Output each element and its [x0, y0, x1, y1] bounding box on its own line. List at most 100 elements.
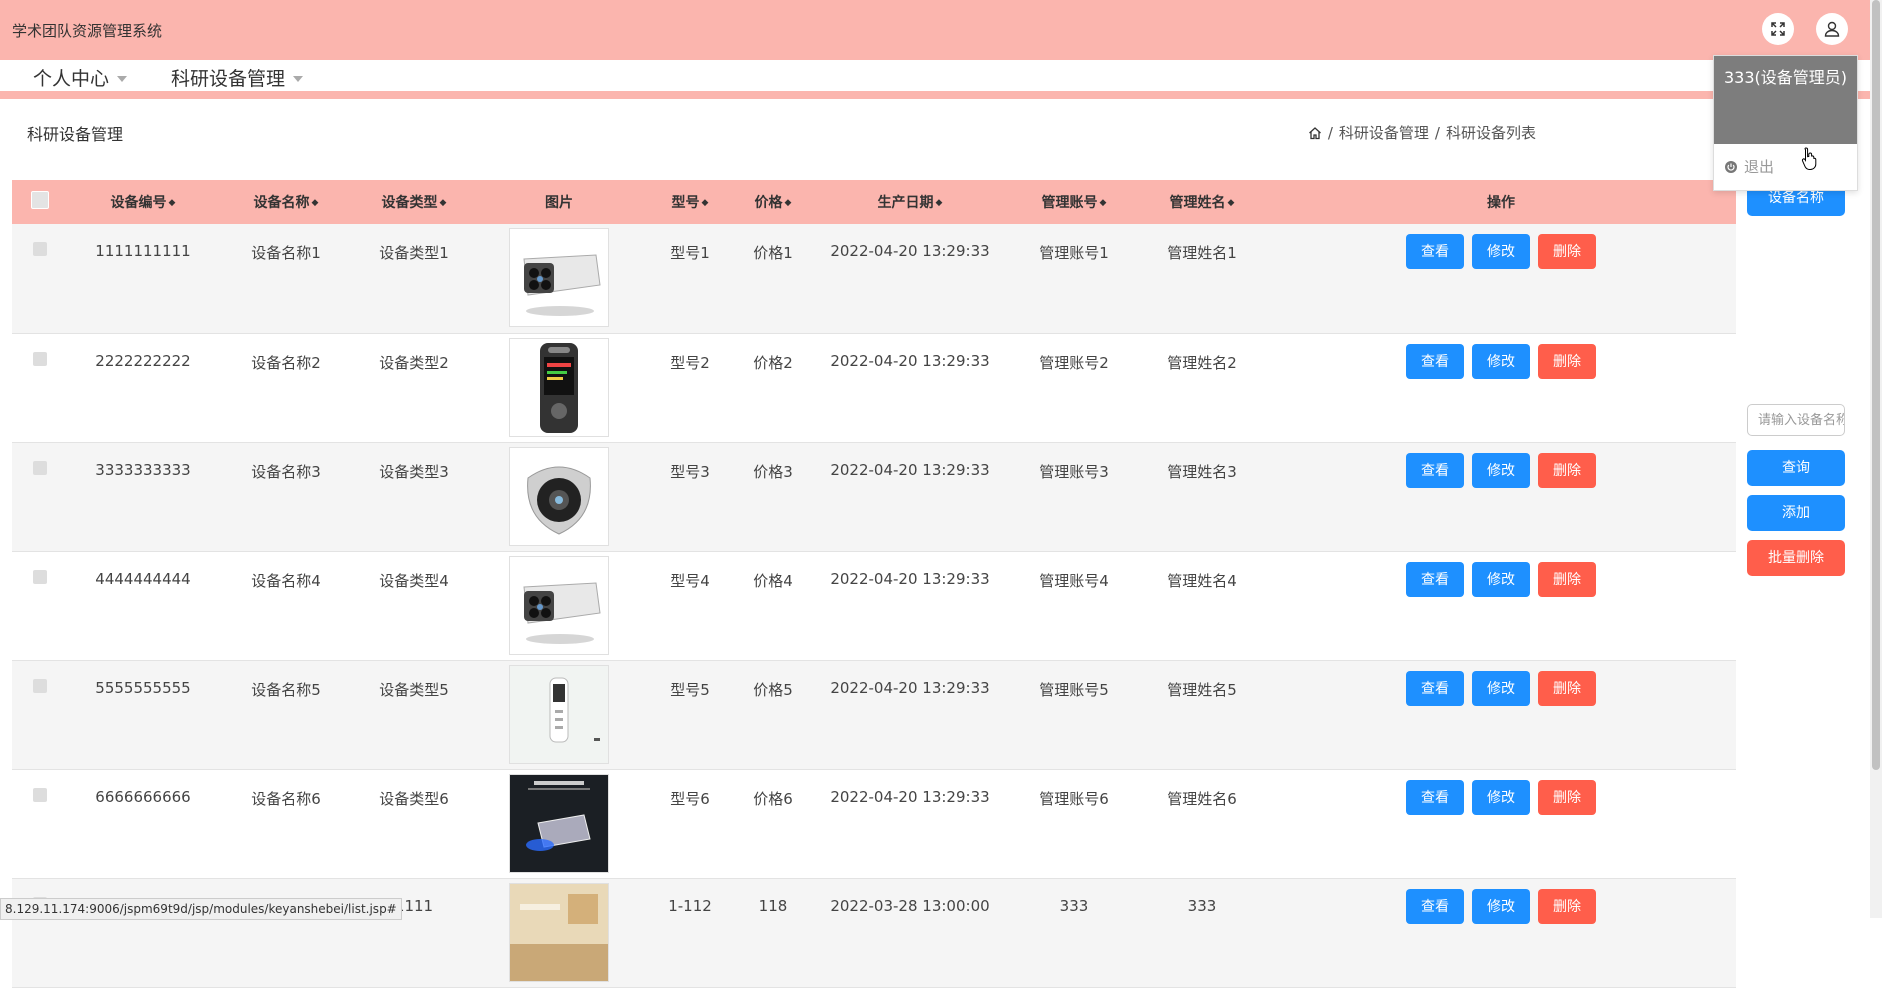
camera-bullet-image[interactable]: [509, 555, 609, 655]
cell-price: 118: [758, 896, 788, 915]
cell-date: 2022-04-20 13:29:33: [830, 678, 990, 697]
batch-delete-button[interactable]: 批量删除: [1747, 540, 1845, 576]
add-button[interactable]: 添加: [1747, 495, 1845, 531]
user-dropdown: 333(设备管理员) 退出: [1713, 55, 1858, 191]
cell-image[interactable]: [474, 333, 644, 442]
column-header-price[interactable]: 价格 ◆: [736, 180, 810, 224]
row-checkbox[interactable]: [12, 660, 68, 769]
edit-button[interactable]: 修改: [1472, 888, 1530, 924]
view-button[interactable]: 查看: [1406, 343, 1464, 379]
cell-image[interactable]: [474, 660, 644, 769]
view-button[interactable]: 查看: [1406, 670, 1464, 706]
cell-price: 价格3: [753, 462, 793, 481]
column-header-name[interactable]: 设备名称 ◆: [218, 180, 354, 224]
home-icon[interactable]: [1308, 126, 1322, 140]
cell-image[interactable]: [474, 878, 644, 987]
row-checkbox[interactable]: [12, 878, 68, 987]
table-row: 1111 1-112 118 2022-03-28 13:00:00 333 333 查看修…: [12, 878, 1736, 987]
delete-button[interactable]: 删除: [1538, 779, 1596, 815]
room-photo-image[interactable]: [509, 882, 609, 982]
row-checkbox[interactable]: [12, 442, 68, 551]
cell-model: 型号5: [670, 680, 710, 699]
column-header-code[interactable]: 设备编号 ◆: [68, 180, 218, 224]
cell-name: 设备名称1: [251, 244, 321, 262]
equipment-table: 设备编号 ◆ 设备名称 ◆ 设备类型 ◆ 图片 型号 ◆ 价格 ◆ 生产日期 ◆ 管理账号 ◆…: [12, 180, 1736, 988]
dome-camera-image[interactable]: [509, 446, 609, 546]
delete-button[interactable]: 删除: [1538, 343, 1596, 379]
cell-actions: 查看 修改 删除: [1266, 878, 1736, 987]
edit-button[interactable]: 修改: [1472, 670, 1530, 706]
cell-date: 2022-04-20 13:29:33: [830, 787, 990, 806]
column-header-image: 图片: [545, 195, 573, 211]
cell-image[interactable]: [474, 551, 644, 660]
vertical-scrollbar[interactable]: [1870, 0, 1882, 918]
user-menu-button[interactable]: [1816, 13, 1848, 45]
cell-date: 2022-04-20 13:29:33: [830, 351, 990, 370]
sort-icon: ◆: [1099, 198, 1107, 208]
edit-button[interactable]: 修改: [1472, 343, 1530, 379]
power-icon: [1725, 160, 1737, 173]
column-header-type[interactable]: 设备类型 ◆: [354, 180, 474, 224]
view-button[interactable]: 查看: [1406, 561, 1464, 597]
cell-actions: 查看 修改 删除: [1266, 333, 1736, 442]
view-button[interactable]: 查看: [1406, 779, 1464, 815]
camera-bullet-image[interactable]: [509, 228, 609, 327]
row-checkbox[interactable]: [12, 551, 68, 660]
cell-image[interactable]: [474, 442, 644, 551]
edit-button[interactable]: 修改: [1472, 779, 1530, 815]
page-title: 科研设备管理: [27, 125, 124, 144]
sort-icon: ◆: [935, 198, 943, 208]
chevron-down-icon: [117, 75, 128, 82]
edit-button[interactable]: 修改: [1472, 452, 1530, 488]
logout-item[interactable]: 退出: [1724, 156, 1774, 177]
scrollbar-thumb[interactable]: [1872, 0, 1880, 770]
search-input[interactable]: 请输入设备名称: [1747, 404, 1845, 436]
column-header-date[interactable]: 生产日期 ◆: [810, 180, 1010, 224]
cell-actions: 查看 修改 删除: [1266, 224, 1736, 333]
view-button[interactable]: 查看: [1406, 234, 1464, 269]
cell-date: 2022-03-28 13:00:00: [830, 896, 990, 915]
row-checkbox[interactable]: [12, 769, 68, 878]
query-button[interactable]: 查询: [1747, 450, 1845, 486]
nav-item-equipment-management[interactable]: 科研设备管理: [171, 64, 304, 91]
delete-button[interactable]: 删除: [1538, 670, 1596, 706]
table-row: 3333333333 设备名称3 设备类型3 型号3 价格3 2022-04-20 13:…: [12, 442, 1736, 551]
row-checkbox[interactable]: [12, 224, 68, 333]
column-header-account[interactable]: 管理账号 ◆: [1010, 180, 1138, 224]
view-button[interactable]: 查看: [1406, 888, 1464, 924]
column-header-model[interactable]: 型号 ◆: [644, 180, 736, 224]
breadcrumb-sep: /: [1327, 123, 1333, 142]
logout-label: 退出: [1744, 158, 1775, 176]
table-row: 2222222222 设备名称2 设备类型2 型号2 价格2 2022-04-20 13:…: [12, 333, 1736, 442]
cell-date: 2022-04-20 13:29:33: [830, 242, 990, 260]
dark-recorder-image[interactable]: [509, 773, 609, 873]
edit-button[interactable]: 修改: [1472, 234, 1530, 269]
cell-type: 设备类型2: [379, 353, 449, 372]
voice-recorder-image[interactable]: [509, 337, 609, 437]
delete-button[interactable]: 删除: [1538, 452, 1596, 488]
edit-button[interactable]: 修改: [1472, 561, 1530, 597]
select-all-checkbox[interactable]: [12, 180, 68, 224]
view-button[interactable]: 查看: [1406, 452, 1464, 488]
cell-model: 1-112: [668, 896, 712, 915]
cell-model: 型号1: [670, 244, 710, 262]
delete-button[interactable]: 删除: [1538, 561, 1596, 597]
cell-name: 设备名称4: [251, 571, 321, 590]
cell-model: 型号6: [670, 789, 710, 808]
fullscreen-button[interactable]: [1762, 13, 1794, 45]
cell-image[interactable]: [474, 224, 644, 333]
table-row: 6666666666 设备名称6 设备类型6 型号6 价格6 2022-04-20 13:…: [12, 769, 1736, 878]
nav-item-personal-center[interactable]: 个人中心: [33, 64, 128, 91]
cell-code: 4444444444: [95, 569, 191, 588]
breadcrumb-level1[interactable]: 科研设备管理: [1339, 122, 1429, 143]
column-header-manager[interactable]: 管理姓名 ◆: [1138, 180, 1266, 224]
delete-button[interactable]: 删除: [1538, 888, 1596, 924]
dropdown-user-name: 333(设备管理员): [1714, 56, 1857, 144]
pen-recorder-image[interactable]: [509, 664, 609, 764]
cell-model: 型号2: [670, 353, 710, 372]
delete-button[interactable]: 删除: [1538, 234, 1596, 269]
cell-image[interactable]: [474, 769, 644, 878]
row-checkbox[interactable]: [12, 333, 68, 442]
breadcrumb-sep: /: [1434, 123, 1440, 142]
cell-code: 6666666666: [95, 787, 191, 806]
